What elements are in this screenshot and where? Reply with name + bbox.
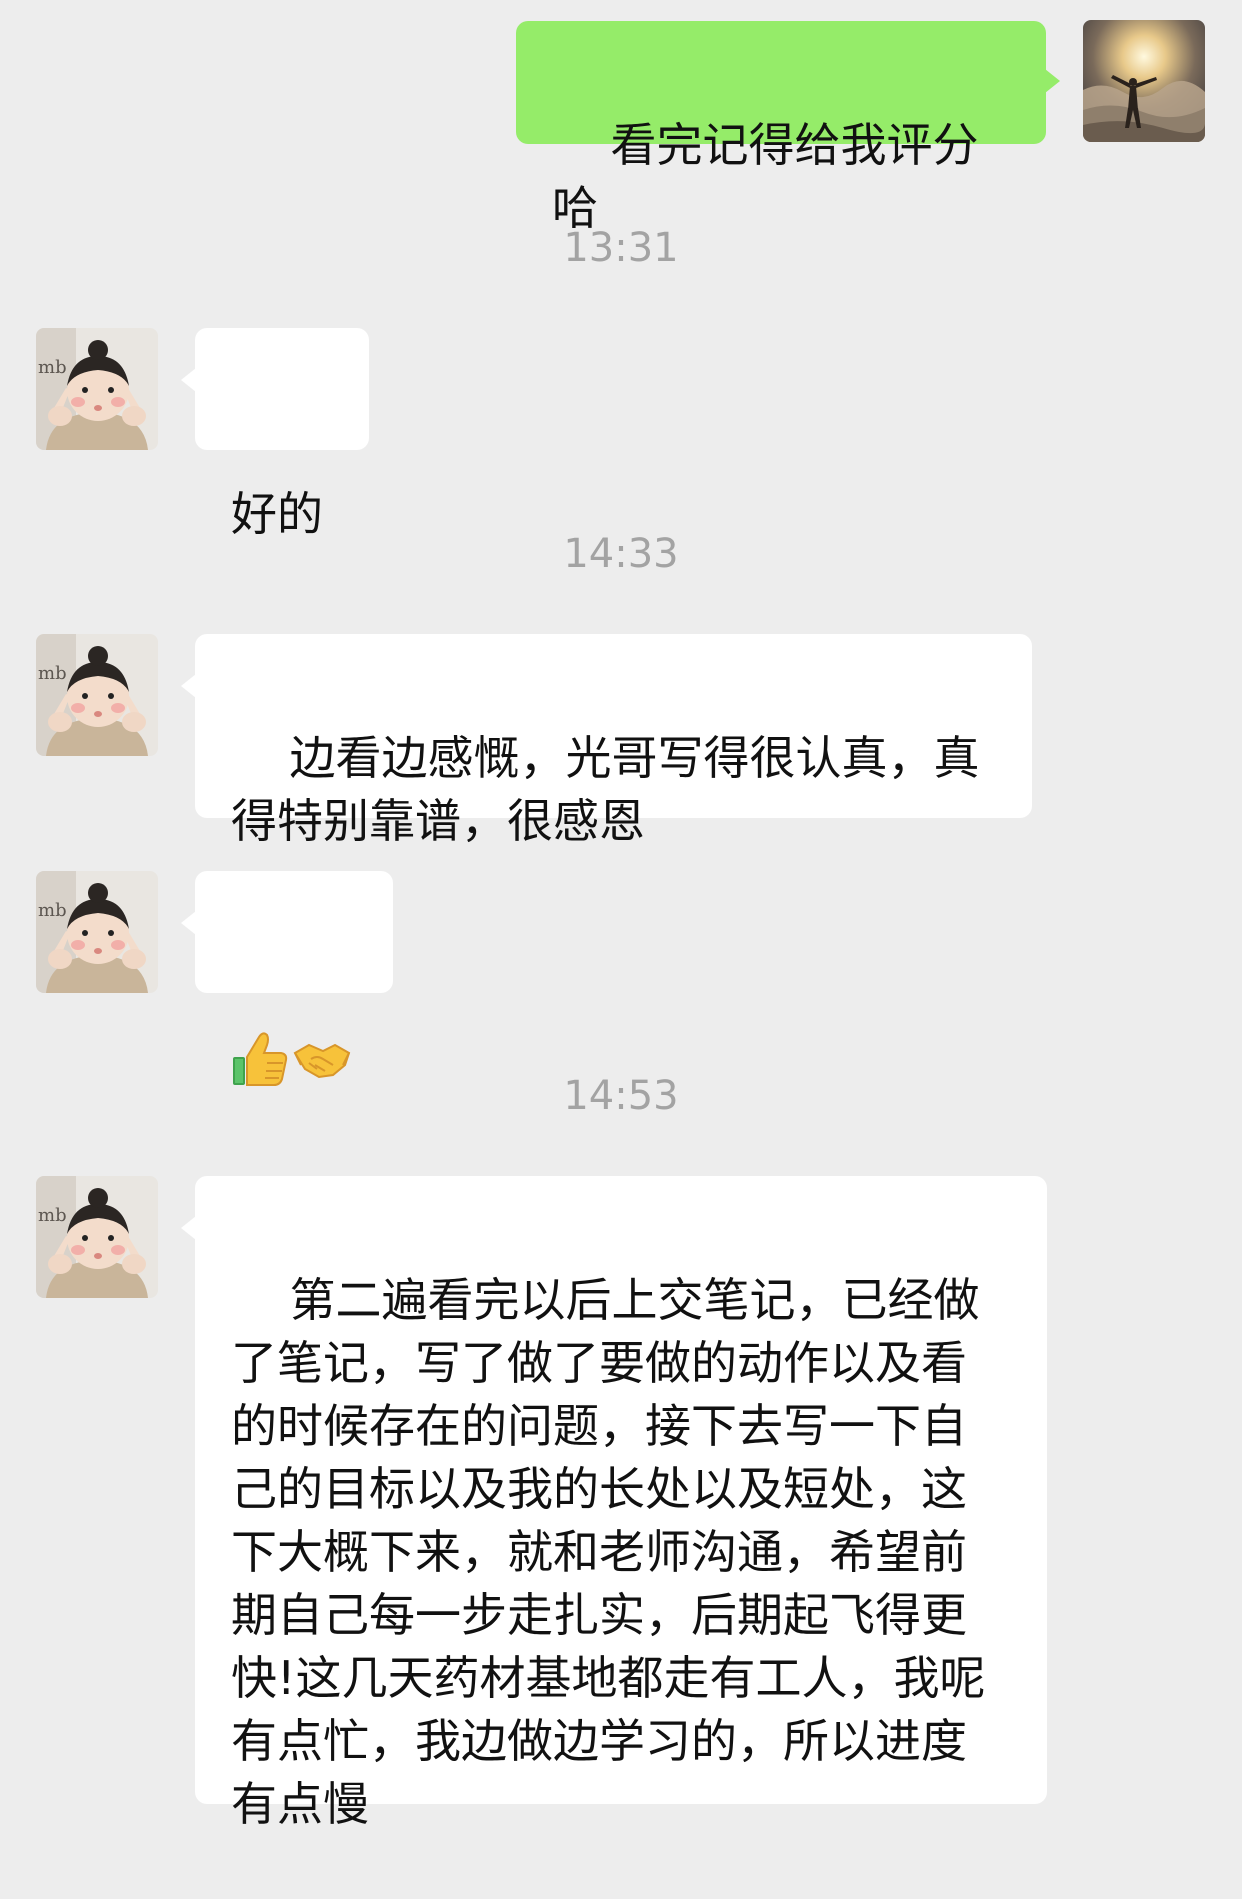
baby-avatar-image: mb	[36, 634, 158, 756]
svg-text:mb: mb	[38, 357, 67, 378]
timestamp: 14:33	[563, 531, 679, 577]
baby-avatar-image: mb	[36, 871, 158, 993]
timestamp: 13:31	[563, 225, 679, 271]
contact-avatar[interactable]: mb	[36, 328, 158, 450]
message-text: 边看边感慨，光哥写得很认真，真得特别靠谱，很感恩	[231, 731, 980, 848]
my-avatar[interactable]	[1083, 20, 1205, 142]
message-text: 第二遍看完以后上交笔记，已经做了笔记，写了做了要做的动作以及看的时候存在的问题，…	[231, 1273, 986, 1831]
incoming-emoji-bubble[interactable]	[181, 871, 393, 1086]
timestamp: 14:53	[563, 1073, 679, 1119]
contact-avatar[interactable]: mb	[36, 871, 158, 993]
outgoing-message-bubble[interactable]: 看完记得给我评分哈	[516, 21, 1060, 235]
baby-avatar-image: mb	[36, 1176, 158, 1298]
incoming-message-bubble[interactable]: 第二遍看完以后上交笔记，已经做了笔记，写了做了要做的动作以及看的时候存在的问题，…	[181, 1176, 1047, 1831]
message-text: 看完记得给我评分哈	[552, 118, 979, 235]
mountain-sunrise-avatar-image	[1083, 20, 1205, 142]
svg-text:mb: mb	[38, 663, 67, 684]
contact-avatar[interactable]: mb	[36, 634, 158, 756]
contact-avatar[interactable]: mb	[36, 1176, 158, 1298]
chat-window: 看完记得给我评分哈 13:31 mb 好的 14:33 mb 边看边感慨，光哥写…	[0, 0, 1242, 1831]
incoming-message-bubble[interactable]: 边看边感慨，光哥写得很认真，真得特别靠谱，很感恩	[181, 634, 1032, 848]
incoming-message-bubble[interactable]: 好的	[181, 328, 369, 541]
svg-text:mb: mb	[38, 1205, 67, 1226]
baby-avatar-image: mb	[36, 328, 158, 450]
svg-text:mb: mb	[38, 900, 67, 921]
